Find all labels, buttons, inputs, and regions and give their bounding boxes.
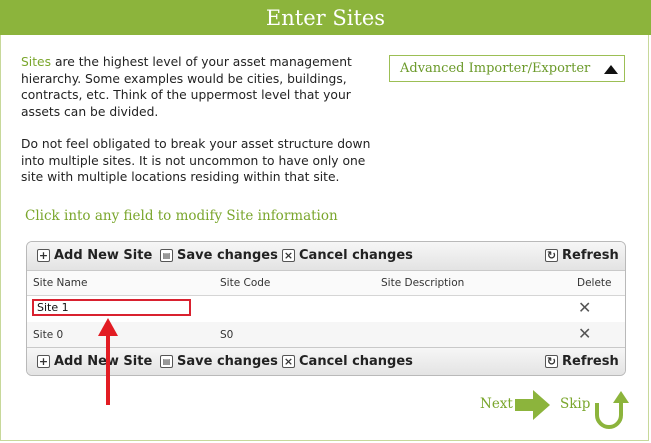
intro-text: Sites are the highest level of your asse… [21, 54, 371, 202]
grid-toolbar-bottom: + Add New Site ▤ Save changes × Cancel c… [27, 347, 625, 375]
refresh-button[interactable]: ↻ Refresh [545, 354, 619, 369]
cancel-changes-label: Cancel changes [299, 248, 413, 263]
cancel-icon: × [282, 355, 295, 368]
next-arrow-icon[interactable] [515, 389, 551, 421]
refresh-icon: ↻ [545, 249, 558, 262]
add-new-site-button[interactable]: + Add New Site [37, 248, 152, 263]
cancel-changes-button[interactable]: × Cancel changes [282, 248, 413, 263]
advanced-importer-exporter-toggle[interactable]: Advanced Importer/Exporter [389, 55, 625, 82]
skip-button[interactable]: Skip [560, 396, 590, 412]
site-name-cell[interactable]: Site 0 [33, 329, 63, 341]
next-button[interactable]: Next [480, 396, 513, 412]
intro-paragraph-1-text: are the highest level of your asset mana… [21, 55, 352, 119]
save-changes-label: Save changes [177, 248, 278, 263]
skip-u-turn-icon[interactable] [591, 389, 631, 429]
plus-icon: + [37, 355, 50, 368]
refresh-icon: ↻ [545, 355, 558, 368]
intro-paragraph-2: Do not feel obligated to break your asse… [21, 137, 371, 184]
refresh-button[interactable]: ↻ Refresh [545, 248, 619, 263]
advanced-importer-exporter-label: Advanced Importer/Exporter [400, 61, 591, 76]
triangle-up-icon[interactable] [604, 65, 618, 74]
save-changes-label: Save changes [177, 354, 278, 369]
refresh-label: Refresh [562, 248, 619, 263]
grid-toolbar-top: + Add New Site ▤ Save changes × Cancel c… [27, 242, 625, 271]
column-header-delete: Delete [577, 277, 612, 289]
add-new-site-label: Add New Site [54, 248, 153, 263]
grid-column-headers: Site Name Site Code Site Description Del… [27, 271, 625, 296]
column-header-site-name[interactable]: Site Name [33, 277, 87, 289]
add-new-site-label: Add New Site [54, 354, 153, 369]
page-title: Enter Sites [0, 0, 651, 35]
column-header-site-description[interactable]: Site Description [381, 277, 464, 289]
delete-icon[interactable]: ✕ [578, 324, 591, 343]
click-hint: Click into any field to modify Site info… [25, 208, 338, 224]
site-code-cell[interactable]: S0 [220, 329, 233, 341]
save-icon: ▤ [160, 249, 173, 262]
save-icon: ▤ [160, 355, 173, 368]
plus-icon: + [37, 249, 50, 262]
annotation-arrow-shaft [106, 333, 110, 405]
save-changes-button[interactable]: ▤ Save changes [160, 354, 278, 369]
sites-grid: + Add New Site ▤ Save changes × Cancel c… [26, 241, 626, 376]
add-new-site-button[interactable]: + Add New Site [37, 354, 152, 369]
cancel-icon: × [282, 249, 295, 262]
cancel-changes-label: Cancel changes [299, 354, 413, 369]
delete-icon[interactable]: ✕ [578, 298, 591, 317]
column-header-site-code[interactable]: Site Code [220, 277, 270, 289]
cancel-changes-button[interactable]: × Cancel changes [282, 354, 413, 369]
site-name-input[interactable] [32, 299, 191, 316]
sites-term: Sites [21, 55, 52, 69]
refresh-label: Refresh [562, 354, 619, 369]
save-changes-button[interactable]: ▤ Save changes [160, 248, 278, 263]
intro-paragraph-1: Sites are the highest level of your asse… [21, 54, 371, 120]
